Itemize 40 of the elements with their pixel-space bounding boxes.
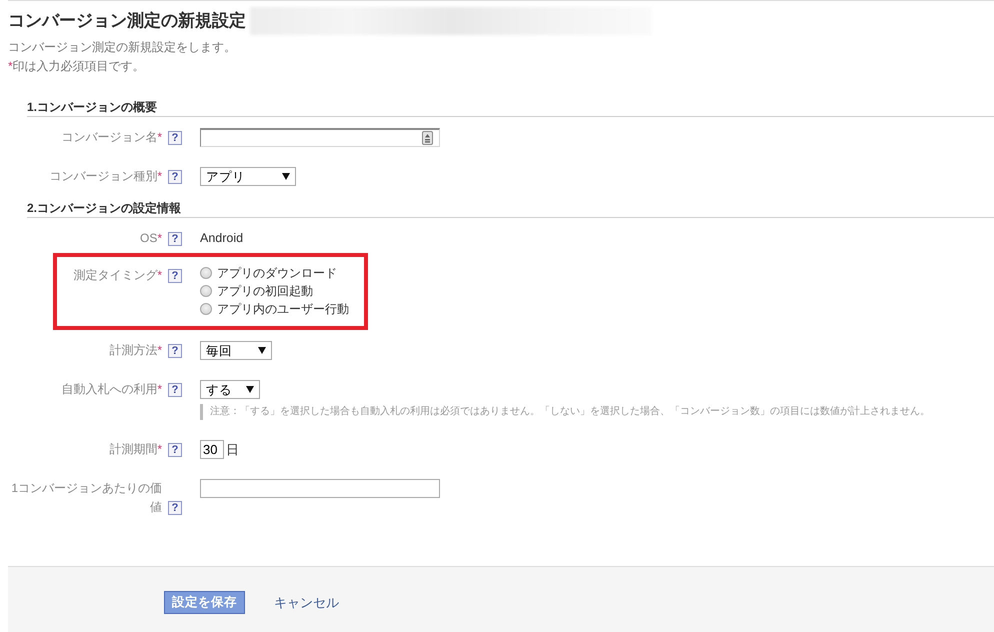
caret-icon — [258, 347, 266, 354]
text-field[interactable] — [200, 479, 440, 498]
field-label: OS* — [140, 230, 162, 247]
caret-icon — [282, 173, 290, 180]
field-label: 測定タイミング* — [73, 267, 162, 284]
help-button[interactable]: ? — [168, 131, 182, 145]
dropdown-select[interactable]: する — [200, 380, 260, 399]
field-label: 計測期間* — [109, 441, 162, 458]
radio-icon[interactable] — [200, 303, 212, 315]
unit-label: 日 — [226, 440, 239, 458]
radio-option[interactable]: アプリ内のユーザー行動 — [200, 300, 349, 318]
required-note: *印は入力必須項目です。 — [8, 58, 146, 75]
text-field[interactable] — [200, 128, 440, 147]
help-button[interactable]: ? — [168, 443, 182, 457]
help-button[interactable]: ? — [168, 232, 182, 246]
radio-icon[interactable] — [200, 267, 212, 279]
field-value: Android — [200, 231, 244, 245]
field-label: コンバージョン種別* — [49, 168, 162, 185]
caret-icon — [246, 386, 254, 393]
section-heading: 2.コンバージョンの設定情報 — [27, 199, 994, 218]
dropdown-select[interactable]: アプリ — [200, 167, 296, 186]
radio-icon[interactable] — [200, 285, 212, 297]
help-button[interactable]: ? — [168, 170, 182, 184]
description-text: コンバージョン測定の新規設定をします。 — [8, 39, 237, 56]
number-field[interactable]: 30 — [200, 440, 224, 459]
help-button[interactable]: ? — [168, 501, 182, 515]
section-heading: 1.コンバージョンの概要 — [27, 98, 994, 117]
note-text: 注意：「する」を選択した場合も自動入札の利用は必須ではありません。「しない」を選択した場合、「コンバージョン数」の項目には数値が計上されません。 — [200, 404, 930, 420]
page-title: コンバージョン測定の新規設定 — [8, 10, 246, 32]
help-button[interactable]: ? — [168, 383, 182, 397]
help-button[interactable]: ? — [168, 344, 182, 358]
field-label: 計測方法* — [109, 342, 162, 359]
radio-option[interactable]: アプリの初回起動 — [200, 282, 349, 300]
cancel-link[interactable]: キャンセル — [274, 594, 339, 612]
dropdown-select[interactable]: 毎回 — [200, 341, 272, 360]
field-label: コンバージョン名* — [61, 129, 162, 146]
field-label: 1コンバージョンあたりの価値 — [10, 480, 162, 516]
help-button[interactable]: ? — [168, 269, 182, 283]
field-label: 自動入札への利用* — [61, 381, 162, 398]
radio-option[interactable]: アプリのダウンロード — [200, 264, 349, 282]
